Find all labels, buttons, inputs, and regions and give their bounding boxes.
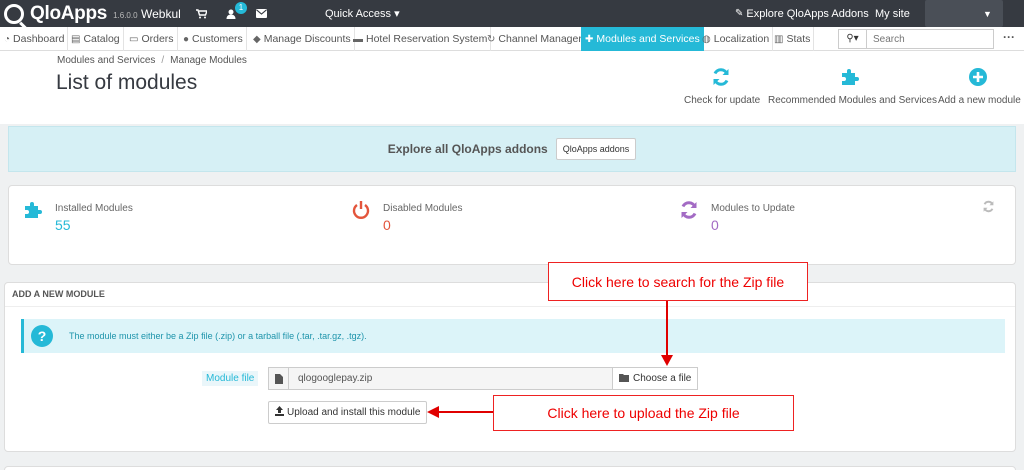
plus-circle-icon [938, 67, 1018, 91]
refresh-stats-icon[interactable] [982, 200, 995, 216]
nav-item-catalog[interactable]: ▤ Catalog [71, 27, 124, 51]
search-type-button[interactable]: ⚲▾ [839, 30, 867, 48]
recommended-modules-button[interactable]: Recommended Modules and Services [768, 67, 937, 106]
breadcrumb-separator: / [161, 55, 165, 66]
puzzle-icon: ✚ [585, 33, 594, 45]
logo-icon [4, 3, 24, 24]
refresh-icon [684, 67, 758, 91]
nav-label: Dashboard [13, 33, 65, 45]
upload-icon [275, 406, 284, 419]
upload-zip-callout: Click here to upload the Zip file [493, 395, 794, 431]
cart-icon[interactable] [196, 0, 207, 27]
info-text: The module must either be a Zip file (.z… [69, 331, 367, 341]
mail-icon[interactable] [256, 0, 267, 27]
brand-name: QloApps [30, 2, 108, 24]
info-alert: ? The module must either be a Zip file (… [21, 319, 1005, 353]
orders-icon: ▭ [129, 33, 139, 45]
nav-label: Modules and Services [596, 33, 700, 45]
search-zip-callout: Click here to search for the Zip file [548, 262, 808, 301]
nav-item-channel-manager[interactable]: ↻ Channel Manager [487, 27, 586, 51]
nav-label: Customers [192, 33, 243, 45]
panel-heading: ADD A NEW MODULE [5, 283, 1015, 307]
nav-item-customers[interactable]: ● Customers [183, 27, 247, 51]
more-options-icon[interactable]: ··· [1003, 30, 1015, 44]
explore-addons-text: Explore all QloApps addons [387, 142, 548, 156]
chevron-down-icon: ▼ [983, 8, 992, 19]
check-for-update-button[interactable]: Check for update [684, 67, 761, 106]
wrench-icon: ✎ [735, 8, 744, 19]
qloapps-addons-button[interactable]: QloApps addons [555, 138, 637, 160]
file-icon [268, 367, 288, 390]
module-stats-panel: Installed Modules 55 Disabled Modules 0 … [8, 185, 1016, 265]
top-bar: QloApps 1.6.0.0 Webkul 1 Quick Access ▾ … [0, 0, 1024, 27]
nav-label: Localization [713, 33, 770, 45]
version: 1.6.0.0 [113, 11, 138, 20]
stat-label: Disabled Modules [383, 203, 463, 214]
globe-icon: ◍ [702, 33, 711, 45]
toolbar-label: Add a new module [938, 95, 1021, 106]
nav-label: Channel Manager [498, 33, 582, 45]
explore-addons-panel: Explore all QloApps addons QloApps addon… [8, 126, 1016, 172]
bar-chart-icon: ▥ [774, 33, 784, 45]
search-box: ⚲▾ [838, 29, 994, 49]
nav-label: Catalog [83, 33, 120, 45]
toolbar-label: Recommended Modules and Services [768, 95, 937, 106]
file-upload-group: Choose a file [268, 367, 699, 390]
nav-item-localization[interactable]: ◍ Localization [702, 27, 774, 51]
breadcrumb: Modules and Services / Manage Modules [57, 55, 247, 66]
tag-icon: ◆ [253, 33, 261, 45]
choose-file-label: Choose a file [633, 373, 692, 384]
nav-item-hotel-reservation[interactable]: ▬ Hotel Reservation System [353, 27, 492, 51]
nav-label: Hotel Reservation System [366, 33, 488, 45]
nav-item-discounts[interactable]: ◆ Manage Discounts [253, 27, 355, 51]
stat-label: Installed Modules [55, 203, 133, 214]
nav-label: Manage Discounts [263, 33, 351, 45]
search-icon: ⚲ [846, 33, 854, 44]
user-icon[interactable] [226, 0, 236, 27]
customers-icon: ● [183, 33, 190, 45]
module-list-panel [4, 466, 1016, 470]
search-input[interactable] [867, 30, 991, 48]
question-icon: ? [31, 325, 53, 347]
power-icon [351, 200, 371, 226]
notification-badge: 1 [235, 2, 247, 14]
puzzle-icon [768, 67, 932, 91]
module-file-label: Module file [202, 371, 259, 386]
breadcrumb-item[interactable]: Modules and Services [57, 55, 155, 66]
breadcrumb-item[interactable]: Manage Modules [170, 55, 247, 66]
nav-item-modules[interactable]: ✚ Modules and Services [581, 27, 704, 51]
nav-item-dashboard[interactable]: ◔ Dashboard [4, 27, 69, 51]
upload-install-button[interactable]: Upload and install this module [268, 401, 428, 424]
bed-icon: ▬ [353, 33, 363, 45]
nav-item-stats[interactable]: ▥ Stats [774, 27, 815, 51]
nav-item-orders[interactable]: ▭ Orders [129, 27, 178, 51]
page-title: List of modules [56, 71, 198, 94]
catalog-icon: ▤ [71, 33, 81, 45]
refresh-icon [679, 200, 699, 226]
quick-access-dropdown[interactable]: Quick Access ▾ [325, 0, 400, 27]
nav-label: Stats [786, 33, 811, 45]
upload-install-label: Upload and install this module [287, 407, 421, 418]
page-header: Modules and Services / Manage Modules List… [0, 51, 1024, 124]
nav-label: Orders [141, 33, 174, 45]
employee-dropdown[interactable]: ▼ [925, 0, 1003, 27]
explore-addons-link[interactable]: ✎ Explore QloApps Addons [735, 0, 869, 27]
stat-value: 0 [383, 217, 391, 233]
refresh-icon: ↻ [487, 33, 496, 45]
add-new-module-button[interactable]: Add a new module [938, 67, 1021, 106]
stat-value: 0 [711, 217, 719, 233]
logo[interactable]: QloApps 1.6.0.0 [4, 0, 138, 27]
my-site-link[interactable]: My site [875, 0, 910, 27]
dashboard-icon: ◔ [4, 33, 11, 45]
toolbar-label: Check for update [684, 95, 761, 106]
folder-icon [619, 373, 630, 385]
choose-file-button[interactable]: Choose a file [613, 367, 699, 390]
stat-label: Modules to Update [711, 203, 795, 214]
shop-name[interactable]: Webkul [141, 0, 181, 27]
explore-addons-label: Explore QloApps Addons [746, 7, 869, 20]
main-nav: ◔ Dashboard ▤ Catalog ▭ Orders ● Customers ◆… [0, 27, 1024, 51]
stat-value: 55 [55, 217, 71, 233]
module-file-field[interactable] [288, 367, 613, 390]
puzzle-icon [23, 200, 43, 226]
